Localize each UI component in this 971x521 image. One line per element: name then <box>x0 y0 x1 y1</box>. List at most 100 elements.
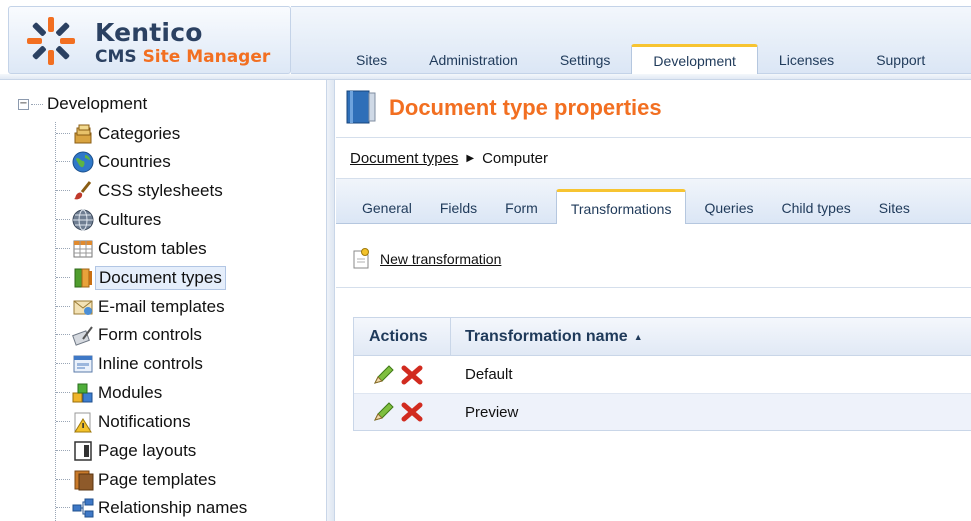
tree-item-page-layouts[interactable]: Page layouts <box>56 437 199 464</box>
table-icon <box>73 240 93 257</box>
tree-item-label: Page templates <box>98 469 217 489</box>
tree-root-development[interactable]: − Development <box>18 94 147 114</box>
page-templates-icon <box>74 470 94 490</box>
brand-subtitle-cms: CMS <box>95 47 137 67</box>
breadcrumb-current: Computer <box>482 150 548 167</box>
brand-title: Kentico <box>95 18 203 47</box>
tab-queries[interactable]: Queries <box>690 189 767 224</box>
breadcrumb-separator-icon: ▶ <box>466 153 475 164</box>
categories-icon <box>74 124 92 143</box>
tree-item-cultures[interactable]: Cultures <box>56 206 164 233</box>
email-icon <box>73 300 93 315</box>
table-row: Default <box>354 356 971 393</box>
top-tabs: Sites Administration Settings Developmen… <box>335 44 946 75</box>
tab-settings[interactable]: Settings <box>539 44 632 75</box>
relationship-icon <box>72 498 94 517</box>
cultures-icon <box>72 209 94 230</box>
edit-pencil-icon[interactable] <box>372 401 396 423</box>
brush-icon <box>74 180 92 199</box>
development-tree: − Development Categories Countries CSS s… <box>0 80 327 521</box>
tree-item-label: Notifications <box>98 411 191 431</box>
tree-item-label: Inline controls <box>98 353 203 373</box>
pane-splitter[interactable] <box>327 80 335 521</box>
breadcrumb: Document types ▶ Computer <box>350 150 548 167</box>
tab-fields[interactable]: Fields <box>426 189 491 224</box>
grid-header: Actions Transformation name ▲ <box>354 318 971 356</box>
tree-item-label: Relationship names <box>98 497 248 517</box>
collapse-icon[interactable]: − <box>18 98 29 110</box>
transformation-name-cell: Preview <box>465 403 519 421</box>
tree-item-label: Cultures <box>98 209 162 229</box>
tree-item-notifications[interactable]: Notifications <box>56 408 194 435</box>
action-bar: New transformation <box>336 224 971 288</box>
edit-pencil-icon[interactable] <box>372 364 396 386</box>
new-document-icon <box>353 248 369 269</box>
modules-icon <box>72 383 93 402</box>
tree-item-modules[interactable]: Modules <box>56 379 165 406</box>
document-types-icon <box>74 268 92 287</box>
page-title: Document type properties <box>389 95 662 120</box>
tab-sites[interactable]: Sites <box>335 44 408 75</box>
header: Kentico CMS Site Manager Sites Administr… <box>0 0 971 80</box>
notifications-icon <box>74 412 92 432</box>
tree-connector <box>31 103 43 105</box>
new-transformation-button[interactable]: New transformation <box>352 248 501 270</box>
column-header-label: Transformation name <box>465 327 628 345</box>
sub-tabs-bar: General Fields Form Transformations Quer… <box>336 179 971 224</box>
brand-logo[interactable]: Kentico CMS Site Manager <box>8 6 291 74</box>
new-transformation-label: New transformation <box>380 251 502 267</box>
tree-item-inline-controls[interactable]: Inline controls <box>56 350 206 377</box>
table-row: Preview <box>354 393 971 430</box>
tab-administration[interactable]: Administration <box>408 44 539 75</box>
transformation-name-cell: Default <box>465 366 513 383</box>
delete-x-icon[interactable] <box>400 401 424 423</box>
tree-item-label: E-mail templates <box>98 296 225 316</box>
tree-item-countries[interactable]: Countries <box>56 148 174 175</box>
form-controls-icon <box>72 325 93 346</box>
tree-item-relationship-names[interactable]: Relationship names <box>56 494 250 521</box>
tree-item-label: Form controls <box>98 324 202 344</box>
tree-root-label: Development <box>47 94 148 113</box>
tab-form[interactable]: Form <box>491 189 552 224</box>
page-layouts-icon <box>74 440 92 461</box>
tab-development[interactable]: Development <box>631 44 758 75</box>
tree-item-label: Categories <box>98 123 181 143</box>
tree-item-label: Countries <box>98 151 171 171</box>
tree-item-label: Document types <box>95 265 226 290</box>
tree-item-page-templates[interactable]: Page templates <box>56 466 219 493</box>
title-bar: Document type properties <box>336 80 971 137</box>
tree-item-label: CSS stylesheets <box>98 180 223 200</box>
tree-item-form-controls[interactable]: Form controls <box>56 321 205 348</box>
tab-licenses[interactable]: Licenses <box>758 44 855 75</box>
tree-item-label: Custom tables <box>98 238 207 258</box>
tree-item-css-stylesheets[interactable]: CSS stylesheets <box>56 177 226 204</box>
tree-item-custom-tables[interactable]: Custom tables <box>56 235 210 262</box>
tab-general[interactable]: General <box>348 189 426 224</box>
row-actions <box>354 401 451 423</box>
tree-item-label: Modules <box>98 382 163 402</box>
brand-subtitle-site-manager: Site Manager <box>142 47 271 67</box>
breadcrumb-link-document-types[interactable]: Document types <box>350 150 458 167</box>
tree-item-email-templates[interactable]: E-mail templates <box>56 293 228 320</box>
tree-item-label: Page layouts <box>98 440 197 460</box>
globe-icon <box>72 151 94 172</box>
main-content: Document type properties Document types … <box>336 80 971 521</box>
brand-subtitle: CMS Site Manager <box>95 47 270 67</box>
sub-tabs: General Fields Form Transformations Quer… <box>348 189 924 224</box>
document-type-icon <box>346 90 376 124</box>
column-header-actions: Actions <box>354 318 451 355</box>
tree-item-categories[interactable]: Categories <box>56 120 183 147</box>
breadcrumb-bar: Document types ▶ Computer <box>336 137 971 179</box>
tab-support[interactable]: Support <box>855 44 946 75</box>
tab-transformations[interactable]: Transformations <box>555 189 687 224</box>
delete-x-icon[interactable] <box>400 364 424 386</box>
kentico-logo-icon <box>27 17 75 65</box>
inline-controls-icon <box>73 355 93 372</box>
row-actions <box>354 364 451 386</box>
tab-child-types[interactable]: Child types <box>768 189 865 224</box>
tree-item-document-types[interactable]: Document types <box>56 264 226 291</box>
sort-ascending-icon: ▲ <box>633 331 643 342</box>
column-header-transformation-name[interactable]: Transformation name ▲ <box>451 318 643 355</box>
tab-sites-doc[interactable]: Sites <box>865 189 924 224</box>
transformations-grid: Actions Transformation name ▲ Default Pr… <box>353 317 971 431</box>
